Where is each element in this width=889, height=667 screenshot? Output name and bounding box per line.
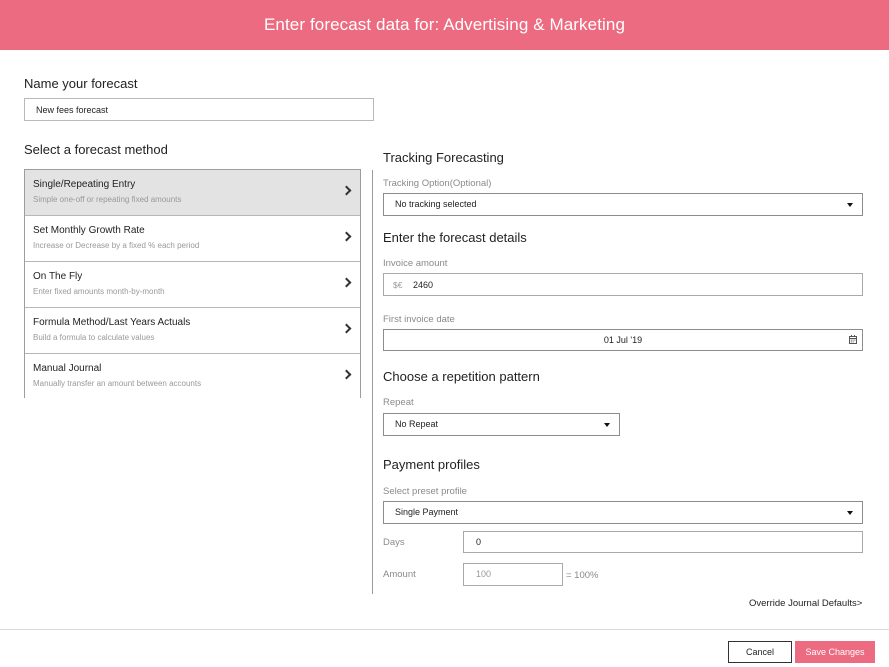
repeat-value: No Repeat — [395, 419, 439, 429]
method-title: Set Monthly Growth Rate — [33, 225, 145, 236]
forecast-name-label: Name your forecast — [24, 76, 138, 91]
method-title: On The Fly — [33, 271, 83, 282]
method-description: Increase or Decrease by a fixed % each p… — [33, 241, 200, 250]
repeat-select[interactable]: No Repeat — [383, 413, 620, 436]
method-item-on-the-fly[interactable]: On The Fly Enter fixed amounts month-by-… — [25, 262, 360, 308]
method-item-formula-method[interactable]: Formula Method/Last Years Actuals Build … — [25, 308, 360, 354]
invoice-amount-input[interactable]: $€ 2460 — [383, 273, 863, 296]
amount-label: Amount — [383, 569, 416, 580]
caret-down-icon — [604, 423, 610, 427]
save-changes-button[interactable]: Save Changes — [795, 641, 875, 663]
chevron-right-icon — [341, 369, 352, 380]
chevron-right-icon — [341, 185, 352, 196]
percentage-suffix: = 100% — [566, 570, 599, 581]
currency-symbol: $€ — [393, 280, 403, 290]
method-description: Manually transfer an amount between acco… — [33, 379, 202, 388]
forecast-name-input[interactable] — [24, 98, 374, 121]
method-title: Formula Method/Last Years Actuals — [33, 317, 191, 328]
override-journal-defaults-link[interactable]: Override Journal Defaults> — [749, 598, 862, 609]
method-title: Manual Journal — [33, 363, 102, 374]
dialog-header: Enter forecast data for: Advertising & M… — [0, 0, 889, 50]
column-divider — [372, 170, 373, 594]
tracking-option-select[interactable]: No tracking selected — [383, 193, 863, 216]
method-description: Simple one-off or repeating fixed amount… — [33, 195, 182, 204]
dialog-title: Enter forecast data for: Advertising & M… — [263, 15, 626, 34]
forecast-details-title: Enter the forecast details — [383, 230, 527, 245]
forecast-method-list: Single/Repeating Entry Simple one-off or… — [24, 169, 361, 400]
chevron-right-icon — [341, 277, 352, 288]
method-description: Build a formula to calculate values — [33, 333, 155, 342]
preset-profile-value: Single Payment — [395, 507, 459, 517]
cancel-button[interactable]: Cancel — [728, 641, 792, 663]
first-invoice-date-label: First invoice date — [383, 314, 455, 325]
preset-profile-label: Select preset profile — [383, 486, 467, 497]
chevron-right-icon — [341, 231, 352, 242]
repetition-title: Choose a repetition pattern — [383, 369, 540, 384]
payment-profiles-title: Payment profiles — [383, 457, 480, 472]
method-item-monthly-growth[interactable]: Set Monthly Growth Rate Increase or Decr… — [25, 216, 360, 262]
method-title: Single/Repeating Entry — [33, 179, 136, 190]
invoice-amount-label: Invoice amount — [383, 258, 448, 269]
footer-divider — [0, 629, 889, 630]
method-item-manual-journal[interactable]: Manual Journal Manually transfer an amou… — [25, 354, 360, 400]
preset-profile-select[interactable]: Single Payment — [383, 501, 863, 524]
first-invoice-date-value: 01 Jul '19 — [603, 335, 643, 345]
payment-amount-input[interactable]: 100 — [463, 563, 563, 586]
invoice-amount-value: 2460 — [413, 280, 434, 290]
first-invoice-date-input[interactable]: 01 Jul '19 — [383, 329, 863, 351]
forecast-method-label: Select a forecast method — [24, 142, 168, 157]
tracking-title: Tracking Forecasting — [383, 150, 504, 165]
method-description: Enter fixed amounts month-by-month — [33, 287, 165, 296]
days-input[interactable]: 0 — [463, 531, 863, 553]
method-item-single-repeating[interactable]: Single/Repeating Entry Simple one-off or… — [25, 170, 360, 216]
chevron-right-icon — [341, 323, 352, 334]
tracking-option-label: Tracking Option(Optional) — [383, 178, 492, 189]
caret-down-icon — [847, 511, 853, 515]
payment-amount-placeholder: 100 — [476, 569, 492, 579]
repeat-label: Repeat — [383, 397, 414, 408]
calendar-icon[interactable] — [849, 335, 857, 344]
caret-down-icon — [847, 203, 853, 207]
days-value: 0 — [476, 537, 482, 547]
days-label: Days — [383, 537, 405, 548]
tracking-option-value: No tracking selected — [395, 199, 477, 209]
